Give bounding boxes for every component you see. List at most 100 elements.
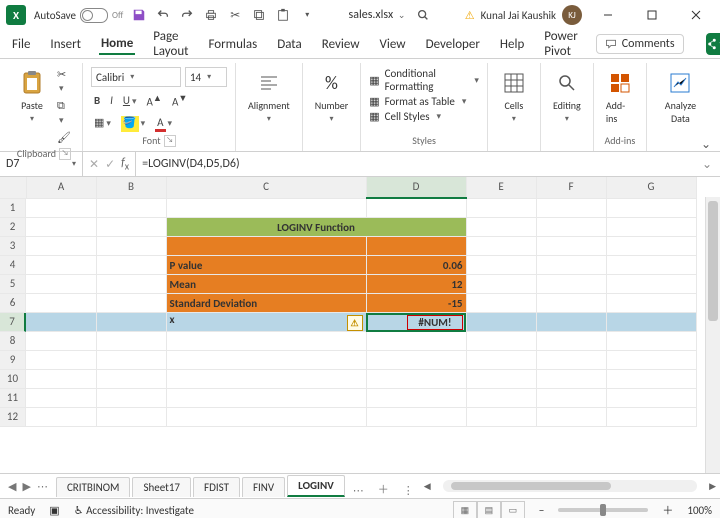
cell[interactable] bbox=[466, 313, 536, 332]
scrollbar-thumb[interactable] bbox=[708, 201, 718, 321]
macro-record-icon[interactable]: ▣ bbox=[49, 504, 59, 517]
cell-stddev[interactable]: -15 bbox=[366, 294, 466, 313]
row-header[interactable]: 4 bbox=[0, 256, 26, 275]
borders-button[interactable]: ▦▾ bbox=[91, 115, 114, 130]
tab-view[interactable]: View bbox=[378, 35, 408, 54]
fx-icon[interactable]: fx bbox=[121, 156, 129, 172]
font-size-select[interactable]: 14▾ bbox=[185, 67, 227, 87]
zoom-level[interactable]: 100% bbox=[687, 504, 712, 517]
tab-developer[interactable]: Developer bbox=[424, 35, 482, 54]
cell[interactable] bbox=[96, 313, 166, 332]
print-icon[interactable] bbox=[203, 7, 219, 23]
undo-icon[interactable] bbox=[155, 7, 171, 23]
bold-button[interactable]: B bbox=[91, 93, 103, 108]
copy-button[interactable]: ⧉ ▾ bbox=[54, 98, 74, 127]
maximize-button[interactable] bbox=[634, 1, 670, 29]
save-icon[interactable] bbox=[131, 7, 147, 23]
row-header[interactable]: 12 bbox=[0, 408, 26, 427]
close-button[interactable] bbox=[678, 1, 714, 29]
tab-formulas[interactable]: Formulas bbox=[207, 35, 260, 54]
fill-color-button[interactable]: 🪣▾ bbox=[118, 115, 148, 130]
dialog-launcher-icon[interactable]: ↘ bbox=[164, 135, 176, 147]
cell-x-value[interactable]: #NUM! bbox=[366, 313, 466, 332]
user-account[interactable]: ⚠ Kunal Jai Kaushik KJ bbox=[465, 5, 582, 25]
format-as-table-button[interactable]: ▦Format as Table▾ bbox=[369, 95, 479, 108]
addins-button[interactable]: Add-ins bbox=[602, 67, 638, 127]
sheet-tab-critbinom[interactable]: CRITBINOM bbox=[56, 477, 131, 497]
hscroll-left-icon[interactable]: ◀ bbox=[420, 481, 435, 492]
sheet-tab-finv[interactable]: FINV bbox=[242, 477, 285, 497]
col-header-c[interactable]: C bbox=[166, 177, 366, 198]
col-header-f[interactable]: F bbox=[536, 177, 606, 198]
cell-mean[interactable]: 12 bbox=[366, 275, 466, 294]
cell[interactable] bbox=[606, 313, 696, 332]
col-header-b[interactable]: B bbox=[96, 177, 166, 198]
row-header[interactable]: 9 bbox=[0, 351, 26, 370]
sheet-tab-loginv[interactable]: LOGINV bbox=[287, 475, 345, 497]
cell[interactable] bbox=[536, 313, 606, 332]
italic-button[interactable]: I bbox=[107, 93, 116, 108]
autosave-toggle[interactable]: AutoSave Off bbox=[34, 8, 123, 23]
zoom-out-button[interactable]: − bbox=[539, 504, 544, 517]
view-normal-button[interactable]: ▦ bbox=[453, 501, 477, 518]
accessibility-button[interactable]: ♿︎ Accessibility: Investigate bbox=[74, 504, 194, 517]
increase-font-button[interactable]: A▲ bbox=[144, 92, 165, 110]
view-page-break-button[interactable]: ▭ bbox=[501, 501, 525, 518]
scrollbar-thumb[interactable] bbox=[451, 482, 611, 490]
row-header[interactable]: 5 bbox=[0, 275, 26, 294]
new-sheet-button[interactable]: ＋ bbox=[372, 481, 395, 497]
paste-button[interactable]: Paste ▾ bbox=[14, 67, 50, 126]
sheet-next-icon[interactable]: ▶ bbox=[22, 480, 30, 493]
tab-home[interactable]: Home bbox=[99, 34, 135, 55]
underline-button[interactable]: U▾ bbox=[120, 93, 140, 108]
row-header[interactable]: 10 bbox=[0, 370, 26, 389]
cell[interactable] bbox=[26, 313, 96, 332]
cancel-formula-icon[interactable]: ✕ bbox=[89, 157, 99, 172]
view-page-layout-button[interactable]: ▤ bbox=[477, 501, 501, 518]
cell-title[interactable]: LOGINV Function bbox=[166, 218, 466, 237]
col-header-d[interactable]: D bbox=[366, 177, 466, 198]
tab-data[interactable]: Data bbox=[275, 35, 304, 54]
search-icon[interactable] bbox=[415, 7, 431, 23]
spreadsheet-grid[interactable]: A B C D E F G 1 2 LOGINV Function 3 4 P … bbox=[0, 177, 720, 473]
tab-review[interactable]: Review bbox=[320, 35, 362, 54]
formula-input[interactable]: =LOGINV(D4,D5,D6) bbox=[136, 157, 694, 171]
row-header[interactable]: 6 bbox=[0, 294, 26, 313]
cell-pvalue-label[interactable]: P value bbox=[166, 256, 366, 275]
horizontal-scrollbar[interactable] bbox=[443, 480, 697, 492]
expand-formula-bar-icon[interactable]: ⌄ bbox=[694, 157, 720, 172]
col-header-e[interactable]: E bbox=[466, 177, 536, 198]
ribbon-collapse-icon[interactable]: ⌄ bbox=[698, 136, 714, 152]
tab-help[interactable]: Help bbox=[498, 35, 526, 54]
col-header-g[interactable]: G bbox=[606, 177, 696, 198]
redo-icon[interactable] bbox=[179, 7, 195, 23]
filename[interactable]: sales.xlsx ⌄ bbox=[349, 8, 406, 22]
vertical-scrollbar[interactable] bbox=[705, 197, 720, 473]
sheet-prev-icon[interactable]: ◀ bbox=[8, 480, 16, 493]
format-painter-button[interactable]: 🖌 bbox=[54, 130, 74, 145]
cell-styles-button[interactable]: ▦Cell Styles▾ bbox=[369, 110, 479, 123]
error-indicator-icon[interactable]: ⚠ bbox=[347, 315, 363, 331]
select-all-corner[interactable] bbox=[0, 177, 26, 198]
sheet-splitter[interactable]: ⋮ bbox=[397, 484, 420, 497]
cell-pvalue[interactable]: 0.06 bbox=[366, 256, 466, 275]
row-header[interactable]: 11 bbox=[0, 389, 26, 408]
sheet-more-icon[interactable]: ⋯ bbox=[37, 480, 48, 493]
share-button[interactable]: ▾ bbox=[706, 33, 720, 55]
comments-button[interactable]: Comments bbox=[596, 34, 684, 54]
paste-icon[interactable] bbox=[275, 7, 291, 23]
sheet-tab-sheet17[interactable]: Sheet17 bbox=[132, 477, 191, 497]
tab-page-layout[interactable]: Page Layout bbox=[151, 27, 190, 61]
cell-mean-label[interactable]: Mean bbox=[166, 275, 366, 294]
cell-stddev-label[interactable]: Standard Deviation bbox=[166, 294, 366, 313]
analyze-data-button[interactable]: Analyze Data bbox=[655, 67, 706, 127]
sheet-more-tabs-icon[interactable]: ⋯ bbox=[347, 484, 370, 497]
cell[interactable] bbox=[366, 237, 466, 256]
hscroll-right-icon[interactable]: ▶ bbox=[705, 481, 720, 492]
cells-button[interactable]: Cells ▾ bbox=[496, 67, 532, 126]
name-box[interactable]: D7 ▾ bbox=[0, 152, 83, 176]
editing-button[interactable]: Editing ▾ bbox=[549, 67, 585, 126]
conditional-formatting-button[interactable]: ▦Conditional Formatting▾ bbox=[369, 67, 479, 93]
font-name-select[interactable]: Calibri▾ bbox=[91, 67, 181, 87]
tab-file[interactable]: File bbox=[10, 35, 32, 54]
